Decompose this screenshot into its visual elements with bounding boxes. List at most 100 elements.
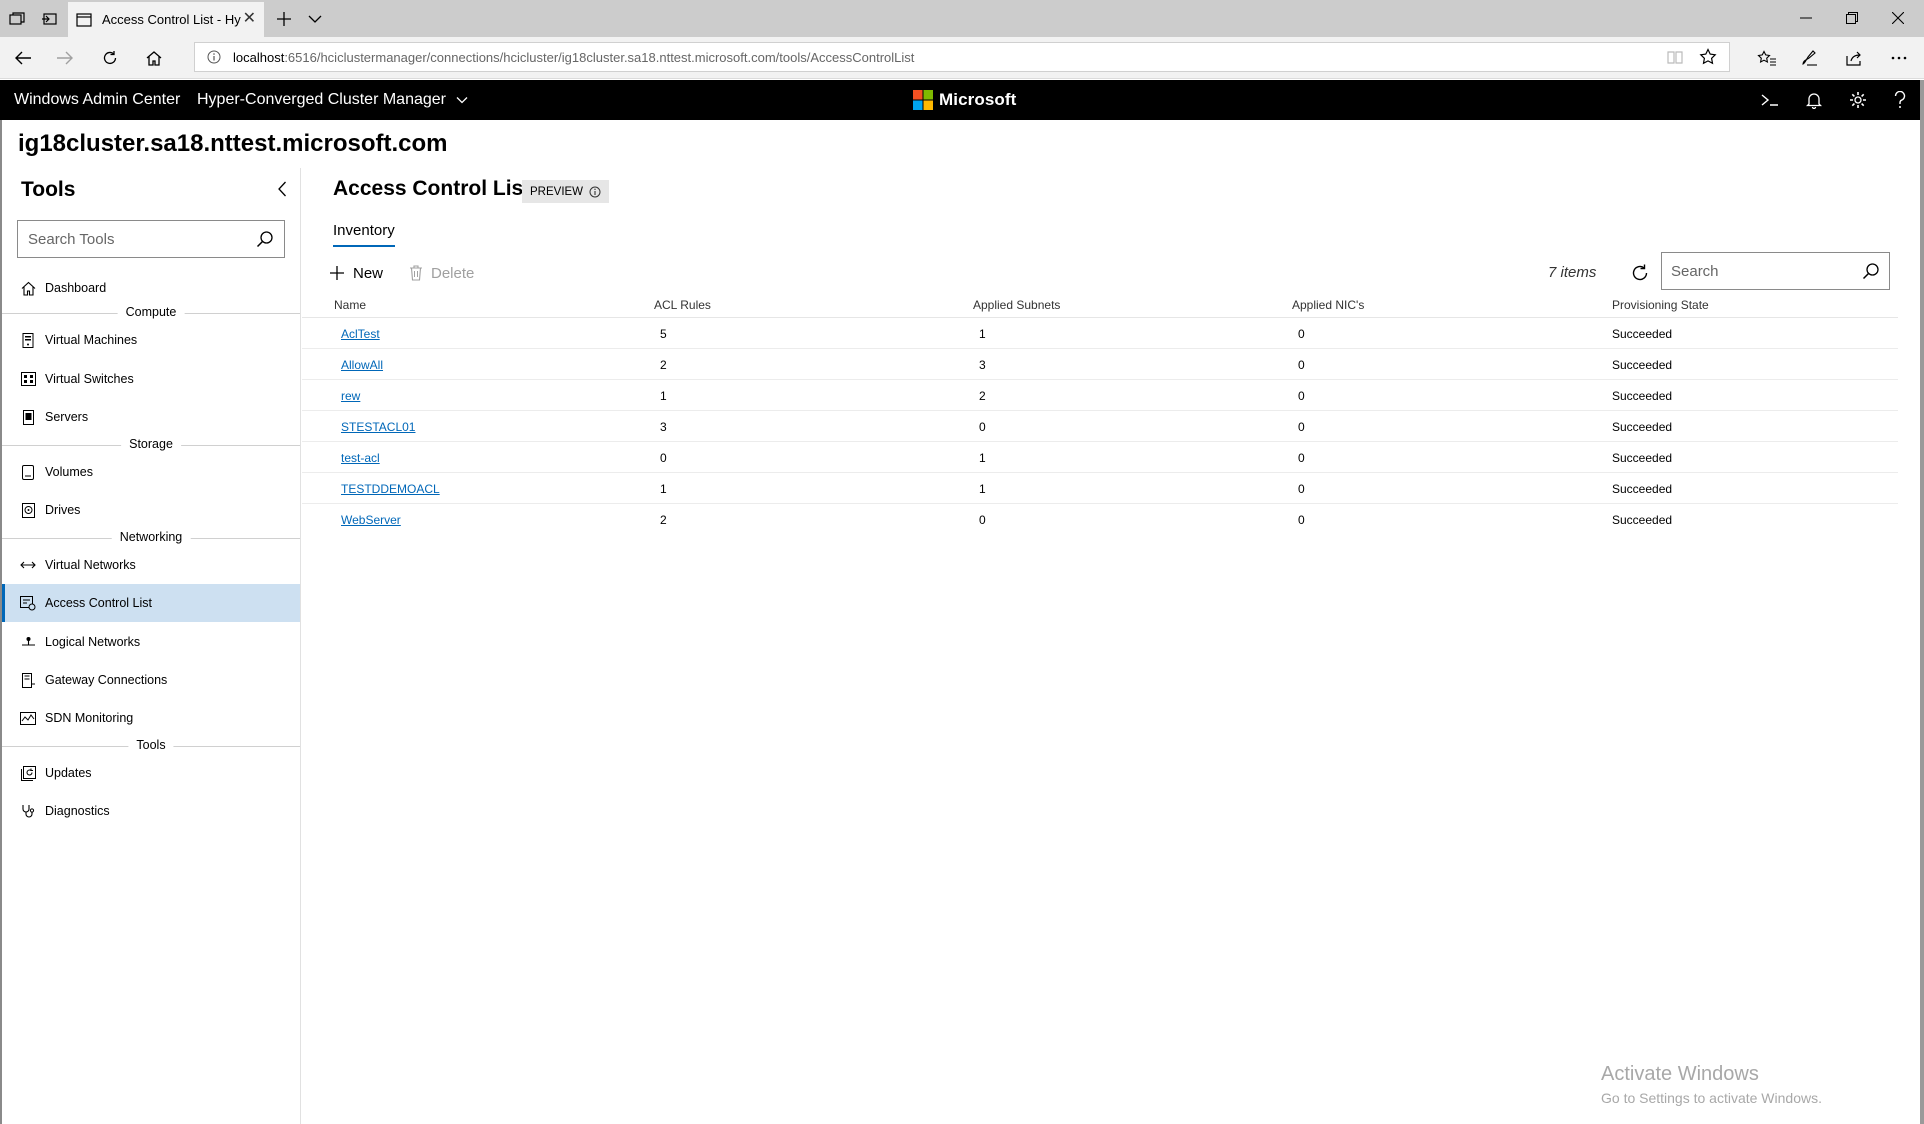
refresh-page-icon[interactable]	[97, 45, 123, 71]
column-header-name[interactable]: Name	[334, 298, 366, 312]
applied-subnets-cell: 0	[979, 420, 986, 434]
sidebar-item-virtual-networks[interactable]: Virtual Networks	[2, 546, 300, 584]
virtual-machine-icon	[20, 332, 36, 348]
search-icon[interactable]	[256, 230, 274, 248]
address-bar[interactable]: localhost:6516/hciclustermanager/connect…	[194, 42, 1730, 72]
applied-subnets-cell: 1	[979, 482, 986, 496]
chevron-down-icon[interactable]	[304, 8, 326, 30]
home-icon[interactable]	[141, 45, 167, 71]
search-icon[interactable]	[1862, 262, 1880, 280]
access-control-list-icon	[20, 595, 36, 611]
sidebar-item-virtual-switches[interactable]: Virtual Switches	[2, 360, 300, 398]
sidebar-item-volumes[interactable]: Volumes	[2, 453, 300, 491]
tab-close-icon[interactable]: ✕	[243, 11, 256, 27]
sidebar-item-label: Virtual Networks	[45, 558, 136, 572]
table-row[interactable]: test-acl 0 1 0 Succeeded	[302, 442, 1898, 473]
column-header-applied-subnets[interactable]: Applied Subnets	[973, 298, 1060, 312]
sidebar-item-gateway-connections[interactable]: Gateway Connections	[2, 661, 300, 699]
sidebar-item-logical-networks[interactable]: Logical Networks	[2, 623, 300, 661]
reading-view-icon[interactable]	[1667, 49, 1683, 65]
notifications-bell-icon[interactable]	[1802, 89, 1826, 111]
table-row[interactable]: AllowAll 2 3 0 Succeeded	[302, 349, 1898, 380]
powershell-icon[interactable]	[1758, 89, 1782, 111]
table-header: Name ACL Rules Applied Subnets Applied N…	[302, 292, 1898, 318]
applied-subnets-cell: 1	[979, 451, 986, 465]
acl-name-link[interactable]: AclTest	[341, 327, 380, 341]
restore-icon[interactable]	[1832, 6, 1872, 30]
table-row[interactable]: STESTACL01 3 0 0 Succeeded	[302, 411, 1898, 442]
group-label: Tools	[128, 738, 174, 752]
sidebar-item-label: Logical Networks	[45, 635, 141, 649]
preview-badge[interactable]: PREVIEW	[522, 180, 610, 203]
acl-name-link[interactable]: AllowAll	[341, 358, 383, 372]
gateway-icon	[20, 672, 36, 688]
chevron-down-icon	[456, 96, 468, 104]
more-icon[interactable]	[1886, 45, 1912, 71]
back-icon[interactable]	[10, 45, 36, 71]
monitoring-chart-icon	[20, 710, 36, 726]
new-button[interactable]: New	[329, 262, 383, 284]
acl-name-link[interactable]: WebServer	[341, 513, 401, 527]
sidebar-item-sdn-monitoring[interactable]: SDN Monitoring	[2, 699, 300, 737]
collapse-chevron-left-icon[interactable]	[272, 179, 292, 199]
new-tab-icon[interactable]	[273, 8, 295, 30]
delete-button[interactable]: Delete	[409, 262, 474, 284]
applied-nics-cell: 0	[1298, 513, 1305, 527]
group-header-storage: Storage	[2, 437, 300, 453]
table-row[interactable]: rew 1 2 0 Succeeded	[302, 380, 1898, 411]
solution-switcher[interactable]: Hyper-Converged Cluster Manager	[197, 91, 468, 109]
forward-icon[interactable]	[52, 45, 78, 71]
sidebar-item-virtual-machines[interactable]: Virtual Machines	[2, 321, 300, 359]
sidebar-item-label: Dashboard	[45, 281, 107, 295]
sidebar-item-servers[interactable]: Servers	[2, 398, 300, 436]
browser-tab[interactable]: Access Control List - Hy ✕	[68, 2, 264, 37]
web-note-icon[interactable]	[1796, 45, 1822, 71]
acl-name-link[interactable]: rew	[341, 389, 360, 403]
sidebar-item-drives[interactable]: Drives	[2, 491, 300, 529]
acl-name-link[interactable]: test-acl	[341, 451, 380, 465]
sidebar-item-access-control-list[interactable]: Access Control List	[2, 584, 300, 622]
sidebar-item-diagnostics[interactable]: Diagnostics	[2, 792, 300, 830]
browser-toolbar: localhost:6516/hciclustermanager/connect…	[0, 37, 1924, 79]
sidebar-item-updates[interactable]: Updates	[2, 754, 300, 792]
provisioning-state-cell: Succeeded	[1612, 420, 1673, 434]
grid-search-box	[1661, 252, 1890, 290]
set-aside-tabs-icon[interactable]	[38, 9, 60, 29]
share-icon[interactable]	[1842, 45, 1868, 71]
help-icon[interactable]	[1888, 89, 1912, 111]
acl-rules-cell: 1	[660, 482, 667, 496]
page-icon	[76, 12, 92, 27]
app-brand[interactable]: Windows Admin Center	[14, 91, 180, 109]
acl-name-link[interactable]: STESTACL01	[341, 420, 415, 434]
home-icon	[20, 280, 36, 296]
close-window-icon[interactable]	[1878, 6, 1918, 30]
stethoscope-icon	[20, 803, 36, 819]
app-header: Windows Admin Center Hyper-Converged Clu…	[0, 80, 1920, 120]
acl-name-link[interactable]: TESTDDEMOACL	[341, 482, 440, 496]
volume-icon	[20, 464, 36, 480]
minimize-icon[interactable]	[1786, 6, 1826, 30]
table-row[interactable]: AclTest 5 1 0 Succeeded	[302, 318, 1898, 349]
column-header-applied-nics[interactable]: Applied NIC's	[1292, 298, 1364, 312]
grid-search-input[interactable]	[1663, 254, 1853, 288]
refresh-icon[interactable]	[1628, 261, 1652, 285]
sidebar-item-label: Volumes	[45, 465, 93, 479]
tab-inventory[interactable]: Inventory	[333, 222, 395, 239]
table-row[interactable]: TESTDDEMOACL 1 1 0 Succeeded	[302, 473, 1898, 504]
settings-gear-icon[interactable]	[1846, 89, 1870, 111]
favorite-star-icon[interactable]	[1699, 48, 1717, 66]
table-row[interactable]: WebServer 2 0 0 Succeeded	[302, 504, 1898, 535]
tabs-aside-icon[interactable]	[6, 9, 28, 29]
sidebar-title: Tools	[21, 178, 76, 201]
sidebar-item-dashboard[interactable]: Dashboard	[2, 269, 300, 307]
tool-search-input[interactable]	[19, 222, 247, 256]
applied-nics-cell: 0	[1298, 420, 1305, 434]
window-edge	[1920, 80, 1924, 1124]
site-info-icon[interactable]	[207, 50, 221, 64]
column-header-acl-rules[interactable]: ACL Rules	[654, 298, 711, 312]
favorites-hub-icon[interactable]	[1754, 45, 1780, 71]
column-header-provisioning-state[interactable]: Provisioning State	[1612, 298, 1709, 312]
applied-nics-cell: 0	[1298, 358, 1305, 372]
acl-rules-cell: 3	[660, 420, 667, 434]
cluster-name: ig18cluster.sa18.nttest.microsoft.com	[18, 130, 448, 157]
